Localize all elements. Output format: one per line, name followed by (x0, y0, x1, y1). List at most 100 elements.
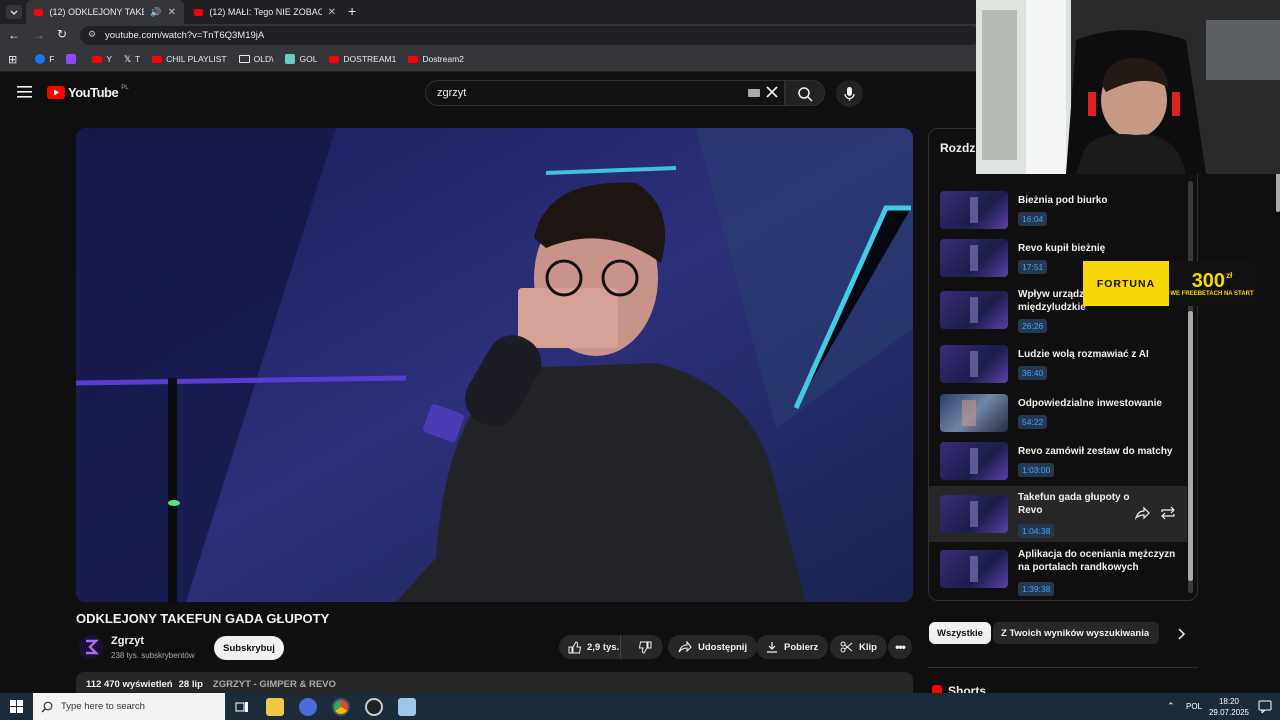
channel-logo-icon (86, 639, 99, 655)
tab-title: (12) MAŁI: Tego NIE ZOBACZYS (209, 7, 322, 17)
language-indicator[interactable]: POL (1186, 702, 1202, 711)
app-taskbar-icon[interactable] (299, 698, 317, 716)
youtube-icon (408, 55, 419, 63)
share-icon[interactable] (1134, 506, 1150, 520)
bookmark-item[interactable]: GOL (285, 54, 317, 64)
youtube-play-icon (47, 86, 65, 99)
bookmark-item[interactable]: Y (92, 54, 112, 64)
chapter-thumbnail (940, 345, 1008, 383)
x-logo-icon: 𝕏 (124, 53, 131, 64)
clear-search-icon[interactable] (765, 85, 779, 99)
like-dislike-group: 2,9 tys. (559, 635, 663, 659)
tab-active[interactable]: (12) ODKLEJONY TAKEFUN 🔊 ✕ (26, 0, 184, 24)
speaker-icon[interactable]: 🔊 (150, 7, 161, 18)
reload-icon[interactable]: ↻ (57, 27, 67, 41)
chip-from-search[interactable]: Z Twoich wyników wyszukiwania (993, 622, 1158, 644)
bookmark-item[interactable] (66, 54, 80, 64)
more-horizontal-icon: ••• (895, 640, 906, 654)
windows-start-icon[interactable] (10, 700, 23, 713)
taskbar-search-box[interactable]: Type here to search (33, 693, 225, 720)
notepad-icon[interactable] (398, 698, 416, 716)
channel-avatar[interactable] (79, 635, 103, 659)
subscribe-button[interactable]: Subskrybuj (214, 636, 284, 660)
chip-partial[interactable] (1149, 622, 1159, 644)
youtube-icon (92, 55, 103, 63)
keyboard-icon[interactable] (748, 89, 760, 97)
download-icon (767, 642, 777, 653)
chevron-right-icon[interactable] (1175, 627, 1187, 641)
tab-close-icon[interactable]: ✕ (328, 7, 336, 18)
chapter-thumbnail (940, 291, 1008, 329)
bookmark-item[interactable]: 𝕏T (124, 54, 140, 65)
chapter-item[interactable]: Bieżnia pod biurko 16:04 (929, 191, 1187, 243)
ad-offer: 300 zł WE FREEBETACH NA START (1170, 269, 1254, 297)
apps-grid-icon[interactable]: ⊞ (8, 53, 17, 66)
search-input[interactable]: zgrzyt (425, 80, 785, 106)
chapters-scrollbar[interactable] (1188, 181, 1193, 593)
back-icon[interactable]: ← (8, 28, 20, 42)
search-icon (798, 87, 813, 102)
chapter-item-active[interactable]: Takefun gada głupoty o Revo 1:04:38 (929, 486, 1187, 542)
more-actions-button[interactable]: ••• (888, 635, 912, 659)
tray-chevron-icon[interactable]: ⌃ (1167, 701, 1175, 712)
chevron-down-icon (10, 10, 18, 15)
search-button[interactable] (785, 80, 825, 106)
search-icon (41, 701, 53, 712)
obs-icon[interactable] (365, 698, 383, 716)
chapter-item[interactable]: Ludzie wolą rozmawiać z AI 36:40 (929, 345, 1187, 397)
microphone-icon (844, 87, 855, 101)
description-box[interactable]: 112 470 wyświetleń 28 lip ZGRZYT - GIMPE… (76, 672, 913, 694)
upload-date: 28 lip (178, 679, 203, 690)
forward-icon[interactable]: → (33, 28, 45, 42)
tab-inactive[interactable]: (12) MAŁI: Tego NIE ZOBACZYS ✕ (186, 0, 344, 24)
facebook-icon (35, 54, 46, 64)
webcam-overlay (976, 0, 1280, 174)
chip-all[interactable]: Wszystkie (929, 622, 991, 644)
video-frame (76, 128, 913, 602)
scrollbar-thumb[interactable] (1188, 311, 1193, 581)
tab-title: (12) ODKLEJONY TAKEFUN (49, 7, 144, 17)
video-player[interactable] (76, 128, 913, 602)
voice-search-button[interactable] (836, 80, 863, 107)
youtube-logo[interactable]: YouTube PL (47, 85, 129, 100)
webcam-frame (976, 0, 1280, 174)
bookmark-item[interactable]: Dostream2 (408, 54, 464, 64)
bookmark-item[interactable]: F (35, 54, 54, 64)
dislike-button[interactable] (627, 635, 663, 659)
page-scrollbar-thumb[interactable] (1276, 172, 1280, 212)
like-button[interactable]: 2,9 tys. (559, 635, 622, 659)
view-count: 112 470 wyświetleń (86, 679, 173, 690)
new-tab-button[interactable]: + (348, 3, 356, 19)
tab-close-icon[interactable]: ✕ (168, 7, 176, 18)
download-button[interactable]: Pobierz (756, 635, 829, 659)
chapter-thumbnail (940, 550, 1008, 588)
loop-icon[interactable] (1160, 506, 1176, 520)
site-info-icon[interactable]: ⚙ (88, 29, 96, 40)
hamburger-menu-icon[interactable] (17, 86, 32, 98)
channel-name[interactable]: Zgrzyt (111, 635, 144, 647)
bookmark-folder[interactable]: OLD\ (238, 54, 273, 64)
chrome-icon[interactable] (332, 698, 350, 716)
chapter-item[interactable]: Odpowiedzialne inwestowanie 54:22 (929, 394, 1187, 446)
chapter-item[interactable]: Aplikacja do oceniania mężczyzn na porta… (929, 549, 1187, 600)
chapters-header: Rozdzi (940, 141, 979, 155)
url-field[interactable]: ⚙ youtube.com/watch?v=TnT6Q3M19jA (80, 26, 980, 45)
twitch-icon (66, 54, 77, 64)
subscriber-count: 238 tys. subskrybentów (111, 651, 195, 660)
tab-search-button[interactable] (6, 5, 22, 19)
video-tags: ZGRZYT - GIMPER & REVO (212, 679, 336, 690)
share-button[interactable]: Udostępnij (668, 635, 758, 659)
bookmark-item[interactable]: DOSTREAM1 (329, 54, 396, 64)
thumbs-up-icon (568, 640, 581, 653)
file-explorer-icon[interactable] (266, 698, 284, 716)
task-view-icon[interactable] (233, 698, 251, 716)
taskbar-clock[interactable]: 18:20 29.07.2025 (1205, 696, 1253, 718)
url-text: youtube.com/watch?v=TnT6Q3M19jA (105, 30, 265, 41)
chapter-thumbnail (940, 239, 1008, 277)
clip-button[interactable]: Klip (830, 635, 887, 659)
chapter-thumbnail (940, 394, 1008, 432)
notification-icon[interactable] (1258, 700, 1272, 713)
fortuna-ad-banner[interactable]: FORTUNA 300 zł WE FREEBETACH NA START (1083, 261, 1255, 306)
youtube-icon (152, 55, 163, 63)
bookmark-item[interactable]: CHIL PLAYLIST (152, 54, 227, 64)
